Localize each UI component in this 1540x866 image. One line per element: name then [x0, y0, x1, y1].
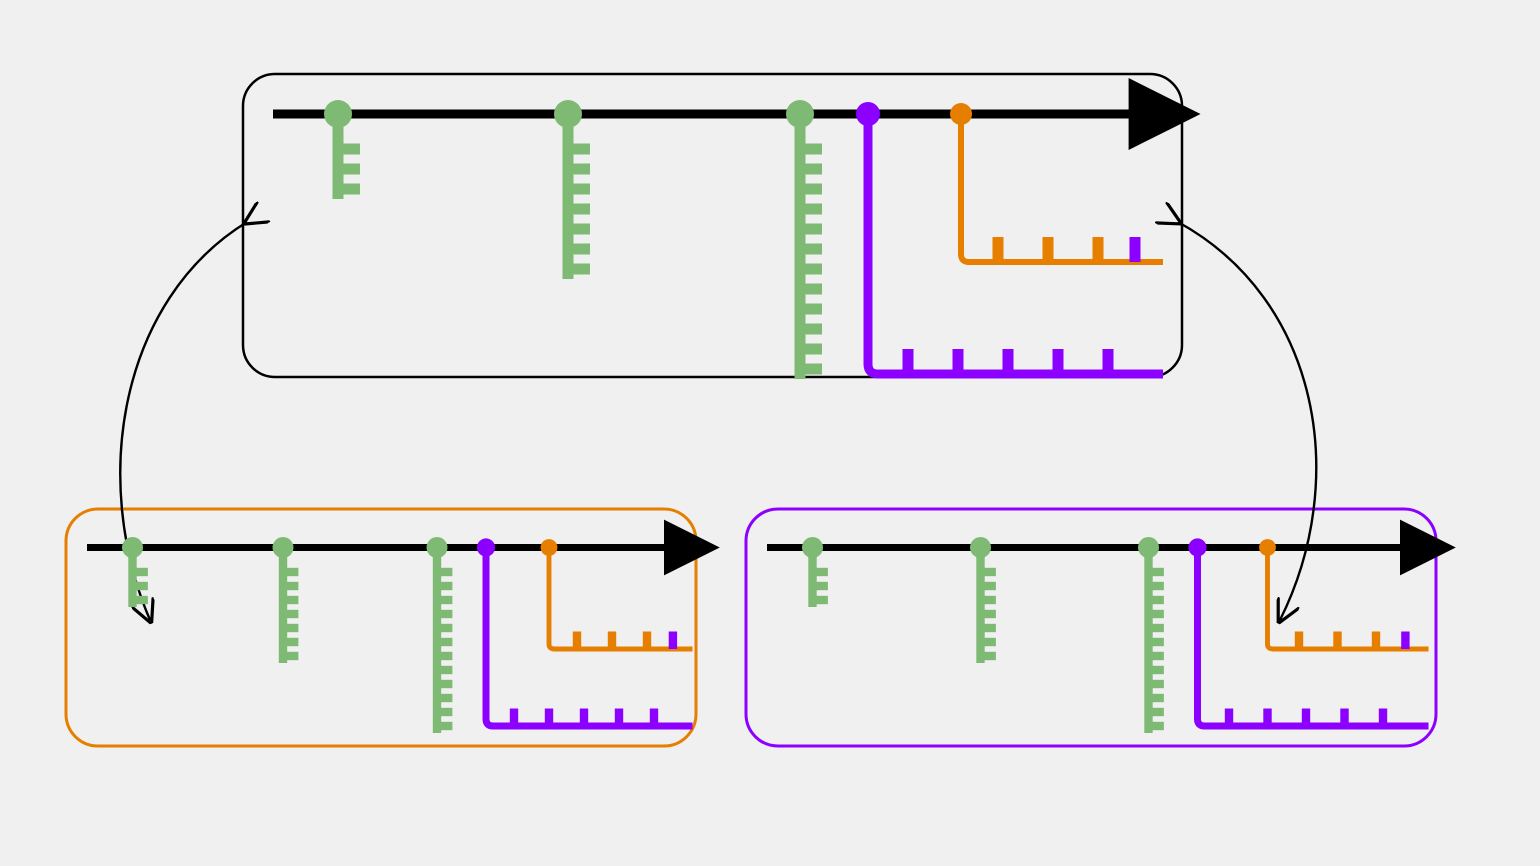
green-comb-2 — [554, 100, 590, 279]
orange-branch — [950, 103, 1163, 262]
diagram-root — [0, 0, 1540, 866]
green-comb-3 — [786, 100, 822, 379]
orange-branch — [1259, 539, 1428, 649]
green-comb-3 — [1138, 537, 1164, 733]
panel-top — [243, 74, 1182, 377]
green-comb-3 — [427, 537, 453, 733]
green-comb-2 — [970, 537, 996, 663]
purple-branch — [856, 102, 1163, 374]
timeline-top — [273, 100, 1163, 379]
purple-branch — [1188, 538, 1428, 726]
purple-branch — [477, 538, 693, 726]
green-comb-2 — [273, 537, 299, 663]
timeline-bottom-right — [767, 537, 1429, 733]
connector-left — [120, 222, 247, 620]
orange-branch — [541, 539, 693, 649]
timeline-bottom-left — [87, 537, 693, 733]
